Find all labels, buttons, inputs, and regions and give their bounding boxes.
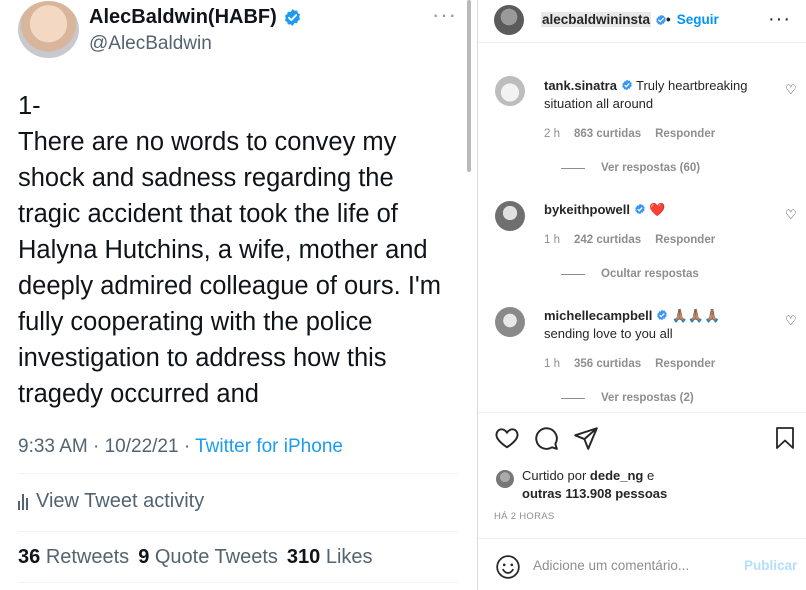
likes-stat[interactable]: 310 Likes (287, 546, 373, 569)
reply-button[interactable]: Responder (655, 128, 715, 140)
divider (18, 473, 458, 474)
tweet-timestamp[interactable]: 9:33 AM · 10/22/21 · (18, 436, 195, 457)
reply-button[interactable]: Responder (655, 358, 715, 370)
comment-meta: 2 h 863 curtidas Responder (544, 128, 715, 140)
comment-username[interactable]: bykeithpowell (544, 202, 630, 217)
divider (561, 167, 585, 169)
avatar[interactable] (495, 307, 525, 337)
post-username[interactable]: alecbaldwininsta (541, 12, 667, 27)
avatar[interactable] (495, 76, 525, 106)
comment-text: tank.sinatra Truly heartbreaking situati… (544, 78, 748, 111)
instagram-panel: alecbaldwininsta • Seguir ··· tank.sinatr… (477, 0, 806, 590)
comment-likes[interactable]: 242 curtidas (574, 234, 641, 246)
author-handle[interactable]: @AlecBaldwin (89, 33, 212, 55)
avatar[interactable] (495, 201, 525, 231)
view-replies-button[interactable]: Ver respostas (60) (561, 162, 700, 174)
emoji-icon[interactable] (495, 554, 521, 580)
comment-meta: 1 h 242 curtidas Responder (544, 234, 715, 246)
avatar[interactable] (496, 470, 514, 488)
heart-icon[interactable]: ♡ (785, 313, 797, 329)
verified-badge-icon (284, 9, 300, 26)
comment-likes[interactable]: 356 curtidas (574, 358, 641, 370)
likes-count[interactable]: outras 113.908 pessoas (522, 486, 667, 501)
comment-input[interactable]: Adicione um comentário... (533, 558, 689, 573)
display-name[interactable]: AlecBaldwin(HABF) (89, 6, 277, 29)
tweet-panel: AlecBaldwin(HABF) @AlecBaldwin ··· 1- Th… (0, 0, 471, 590)
tweet-meta: 9:33 AM · 10/22/21 · Twitter for iPhone (18, 436, 343, 458)
comment-time[interactable]: 1 h (544, 234, 560, 246)
author-name[interactable]: AlecBaldwin(HABF) (89, 6, 302, 29)
divider (18, 582, 458, 583)
heart-icon[interactable] (494, 425, 520, 451)
post-button[interactable]: Publicar (744, 558, 797, 573)
analytics-icon (18, 493, 28, 510)
comment-meta: 1 h 356 curtidas Responder (544, 358, 715, 370)
divider (18, 531, 458, 532)
tweet-text: 1- There are no words to convey my shock… (18, 92, 442, 408)
more-horizontal-icon[interactable]: ··· (768, 8, 791, 31)
divider (478, 412, 806, 413)
avatar[interactable] (494, 5, 524, 35)
post-time[interactable]: HÁ 2 HORAS (494, 511, 555, 522)
comment-time[interactable]: 2 h (544, 128, 560, 140)
post-header: alecbaldwininsta • Seguir ··· (478, 0, 806, 43)
divider (561, 273, 585, 275)
view-replies-button[interactable]: Ver respostas (2) (561, 392, 694, 404)
bookmark-icon[interactable] (773, 425, 797, 451)
tweet-source[interactable]: Twitter for iPhone (195, 436, 343, 457)
heart-icon[interactable]: ♡ (785, 207, 797, 223)
comment-icon[interactable] (533, 425, 559, 451)
share-icon[interactable] (573, 425, 599, 451)
follow-button[interactable]: • Seguir (666, 12, 719, 27)
liked-by-user[interactable]: dede_ng (590, 468, 643, 483)
divider (561, 397, 585, 399)
comment-username[interactable]: tank.sinatra (544, 78, 617, 93)
liked-by: Curtido por dede_ng e outras 113.908 pes… (522, 468, 668, 501)
divider (478, 538, 806, 539)
quotes-stat[interactable]: 9 Quote Tweets (138, 546, 278, 569)
retweets-stat[interactable]: 36 Retweets (18, 546, 129, 569)
view-activity-label: View Tweet activity (36, 490, 205, 512)
reply-button[interactable]: Responder (655, 234, 715, 246)
more-horizontal-icon[interactable]: ··· (432, 2, 457, 28)
hide-replies-button[interactable]: Ocultar respostas (561, 268, 699, 280)
tweet-stats: 36 Retweets 9 Quote Tweets 310 Likes (18, 546, 373, 569)
verified-badge-icon (621, 79, 632, 91)
author-avatar[interactable] (18, 1, 79, 58)
comment-text: michellecampbell 🙏🏽🙏🏽🙏🏽 sending love to … (544, 308, 721, 341)
verified-badge-icon (657, 309, 667, 321)
verified-badge-icon (634, 203, 645, 215)
comment-time[interactable]: 1 h (544, 358, 560, 370)
view-activity-link[interactable]: View Tweet activity (18, 490, 204, 513)
scrollbar[interactable] (467, 0, 471, 172)
comment-username[interactable]: michellecampbell (544, 308, 652, 323)
comment-likes[interactable]: 863 curtidas (574, 128, 641, 140)
heart-icon[interactable]: ♡ (785, 82, 797, 98)
comment-text: bykeithpowell ❤️ (544, 202, 666, 217)
